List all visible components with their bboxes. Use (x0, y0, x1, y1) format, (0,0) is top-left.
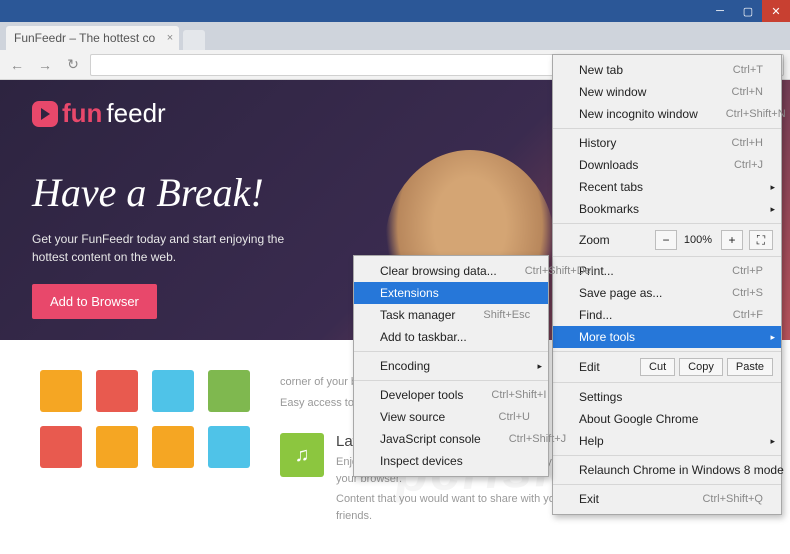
menu-history[interactable]: HistoryCtrl+H (553, 132, 781, 154)
reload-button[interactable]: ↻ (62, 54, 84, 76)
forward-button[interactable]: → (34, 54, 56, 76)
music-icon: ♫ (280, 433, 324, 477)
more-tools-submenu: Clear browsing data...Ctrl+Shift+Del Ext… (353, 255, 549, 477)
menu-exit[interactable]: ExitCtrl+Shift+Q (553, 488, 781, 510)
window-titlebar: ─ ▢ ✕ (0, 0, 790, 22)
zoom-out-button[interactable]: − (655, 230, 677, 250)
menu-relaunch-win8[interactable]: Relaunch Chrome in Windows 8 mode (553, 459, 781, 481)
menu-edit-row: Edit Cut Copy Paste (553, 355, 781, 379)
menu-new-window[interactable]: New windowCtrl+N (553, 81, 781, 103)
logo-text-prefix: fun (62, 98, 102, 129)
copy-button[interactable]: Copy (679, 358, 723, 376)
new-tab-button[interactable] (183, 30, 205, 50)
menu-recent-tabs[interactable]: Recent tabs▸ (553, 176, 781, 198)
logo-text-suffix: feedr (106, 98, 165, 129)
play-icon (32, 101, 58, 127)
submenu-task-manager[interactable]: Task managerShift+Esc (354, 304, 548, 326)
zoom-in-button[interactable]: + (721, 230, 743, 250)
menu-save-page[interactable]: Save page as...Ctrl+S (553, 282, 781, 304)
submenu-inspect-devices[interactable]: Inspect devices (354, 450, 548, 472)
chrome-main-menu: New tabCtrl+T New windowCtrl+N New incog… (552, 54, 782, 515)
submenu-extensions[interactable]: Extensions (354, 282, 548, 304)
submenu-add-taskbar[interactable]: Add to taskbar... (354, 326, 548, 348)
thumb (40, 370, 82, 412)
menu-new-tab[interactable]: New tabCtrl+T (553, 59, 781, 81)
menu-about[interactable]: About Google Chrome (553, 408, 781, 430)
menu-zoom-row: Zoom − 100% + ⛶ (553, 227, 781, 253)
menu-incognito[interactable]: New incognito windowCtrl+Shift+N (553, 103, 781, 125)
thumb (208, 426, 250, 468)
maximize-button[interactable]: ▢ (734, 0, 762, 22)
thumb (208, 370, 250, 412)
submenu-js-console[interactable]: JavaScript consoleCtrl+Shift+J (354, 428, 548, 450)
submenu-clear-data[interactable]: Clear browsing data...Ctrl+Shift+Del (354, 260, 548, 282)
menu-help[interactable]: Help▸ (553, 430, 781, 452)
thumb (152, 426, 194, 468)
close-button[interactable]: ✕ (762, 0, 790, 22)
menu-settings[interactable]: Settings (553, 386, 781, 408)
back-button[interactable]: ← (6, 54, 28, 76)
menu-more-tools[interactable]: More tools▸ (553, 326, 781, 348)
cut-button[interactable]: Cut (640, 358, 675, 376)
browser-tab[interactable]: FunFeedr – The hottest co × (6, 26, 179, 50)
tab-strip: FunFeedr – The hottest co × (0, 22, 790, 50)
minimize-button[interactable]: ─ (706, 0, 734, 22)
paste-button[interactable]: Paste (727, 358, 773, 376)
zoom-value: 100% (677, 234, 719, 246)
tab-close-icon[interactable]: × (167, 32, 173, 44)
menu-downloads[interactable]: DownloadsCtrl+J (553, 154, 781, 176)
thumb (40, 426, 82, 468)
submenu-view-source[interactable]: View sourceCtrl+U (354, 406, 548, 428)
edit-label: Edit (579, 360, 636, 374)
menu-bookmarks[interactable]: Bookmarks▸ (553, 198, 781, 220)
thumbnail-grid (40, 370, 250, 524)
submenu-devtools[interactable]: Developer toolsCtrl+Shift+I (354, 384, 548, 406)
zoom-label: Zoom (579, 233, 653, 247)
fullscreen-button[interactable]: ⛶ (749, 230, 773, 250)
tab-title: FunFeedr – The hottest co (14, 31, 155, 45)
hero-subtext: Get your FunFeedr today and start enjoyi… (32, 230, 322, 266)
thumb (152, 370, 194, 412)
submenu-encoding[interactable]: Encoding▸ (354, 355, 548, 377)
menu-find[interactable]: Find...Ctrl+F (553, 304, 781, 326)
thumb (96, 370, 138, 412)
thumb (96, 426, 138, 468)
add-to-browser-button[interactable]: Add to Browser (32, 284, 157, 319)
